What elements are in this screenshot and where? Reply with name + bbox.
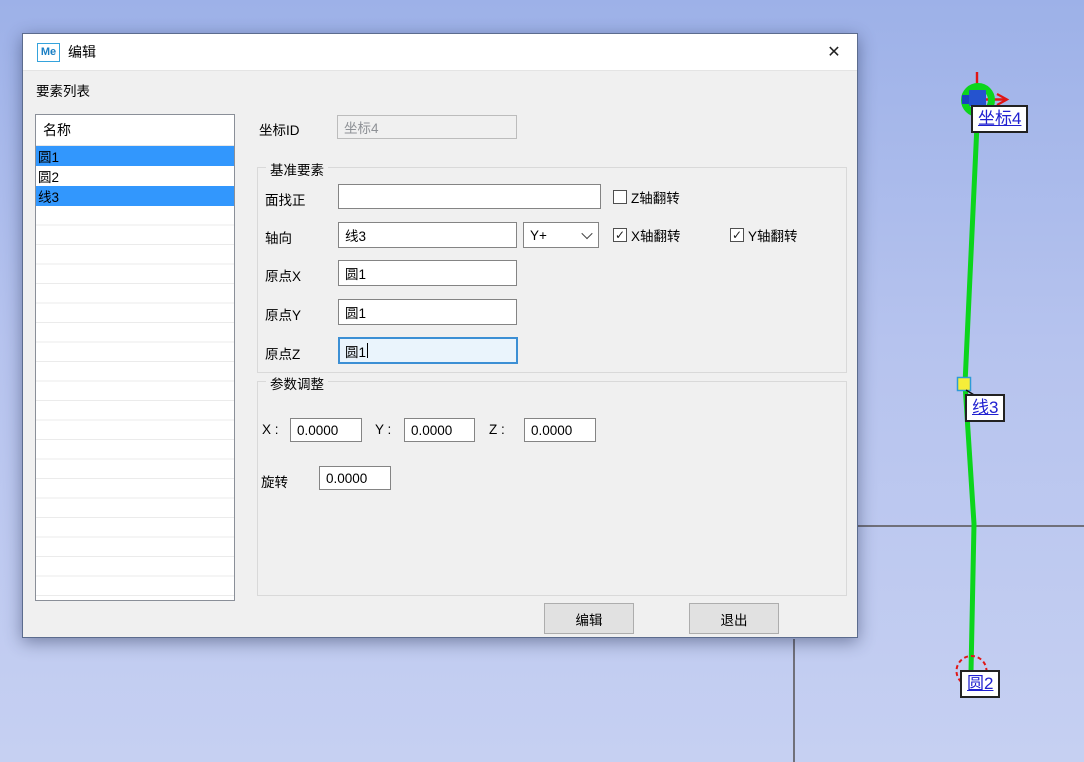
- element-list-header: 名称: [36, 115, 234, 146]
- coord-id-label: 坐标ID: [259, 119, 300, 139]
- text-caret: [367, 343, 368, 358]
- origin-x-label: 原点X: [265, 265, 301, 285]
- flip-x-checkmark-icon: ✓: [613, 228, 627, 242]
- flip-z-checkbox[interactable]: Z轴翻转: [613, 187, 680, 207]
- flip-y-checkbox[interactable]: ✓ Y轴翻转: [730, 225, 798, 245]
- list-item-circle2[interactable]: 圆2: [36, 166, 234, 186]
- params-group-title: 参数调整: [266, 373, 328, 393]
- dialog-title: 编辑: [68, 42, 96, 62]
- viewport-label-coord4[interactable]: 坐标4: [971, 105, 1028, 133]
- param-y-field[interactable]: 0.0000: [404, 418, 475, 442]
- close-icon[interactable]: ✕: [822, 41, 846, 63]
- flip-z-checkmark-icon: [613, 190, 627, 204]
- exit-button[interactable]: 退出: [689, 603, 779, 634]
- plane-align-field[interactable]: [338, 184, 601, 209]
- viewport-label-line3[interactable]: 线3: [965, 394, 1005, 422]
- param-y-label: Y :: [375, 422, 391, 437]
- flip-y-label: Y轴翻转: [748, 225, 798, 245]
- coordinate-cube-icon: [969, 90, 986, 106]
- element-list-empty-rows: [36, 206, 234, 600]
- flip-y-checkmark-icon: ✓: [730, 228, 744, 242]
- datum-group-title: 基准要素: [266, 159, 328, 179]
- param-x-label: X :: [262, 422, 279, 437]
- flip-x-label: X轴翻转: [631, 225, 681, 245]
- axis-label: 轴向: [265, 227, 292, 247]
- origin-y-label: 原点Y: [265, 304, 301, 324]
- list-item-line3[interactable]: 线3: [36, 186, 234, 206]
- origin-y-field[interactable]: 圆1: [338, 299, 517, 325]
- list-item-circle1[interactable]: 圆1: [36, 146, 234, 166]
- coord-id-value: 坐标4: [344, 117, 379, 137]
- axis-direction-value: Y+: [530, 228, 547, 243]
- rotation-field[interactable]: 0.0000: [319, 466, 391, 490]
- param-x-field[interactable]: 0.0000: [290, 418, 362, 442]
- param-z-label: Z :: [489, 422, 505, 437]
- app-icon: Me: [37, 43, 60, 62]
- element-list-section-label: 要素列表: [36, 80, 90, 100]
- chevron-down-icon: [581, 228, 592, 239]
- axis-direction-dropdown[interactable]: Y+: [523, 222, 599, 248]
- dialog-titlebar[interactable]: Me 编辑 ✕: [23, 34, 857, 71]
- line3-marker-icon[interactable]: [958, 378, 971, 391]
- rotation-label: 旋转: [261, 471, 288, 491]
- flip-z-label: Z轴翻转: [631, 187, 680, 207]
- flip-x-checkbox[interactable]: ✓ X轴翻转: [613, 225, 681, 245]
- origin-x-field[interactable]: 圆1: [338, 260, 517, 286]
- origin-z-label: 原点Z: [265, 343, 300, 363]
- origin-z-field[interactable]: 圆1: [338, 337, 518, 364]
- plane-align-label: 面找正: [265, 189, 306, 209]
- edit-dialog: Me 编辑 ✕ 要素列表 名称 圆1 圆2 线3 坐标ID 坐标4 基准要素 面…: [22, 33, 858, 638]
- coord-id-field: 坐标4: [337, 115, 517, 139]
- edit-button[interactable]: 编辑: [544, 603, 634, 634]
- param-z-field[interactable]: 0.0000: [524, 418, 596, 442]
- viewport-label-circle2[interactable]: 圆2: [960, 670, 1000, 698]
- element-list[interactable]: 名称 圆1 圆2 线3: [35, 114, 235, 601]
- axis-field[interactable]: 线3: [338, 222, 517, 248]
